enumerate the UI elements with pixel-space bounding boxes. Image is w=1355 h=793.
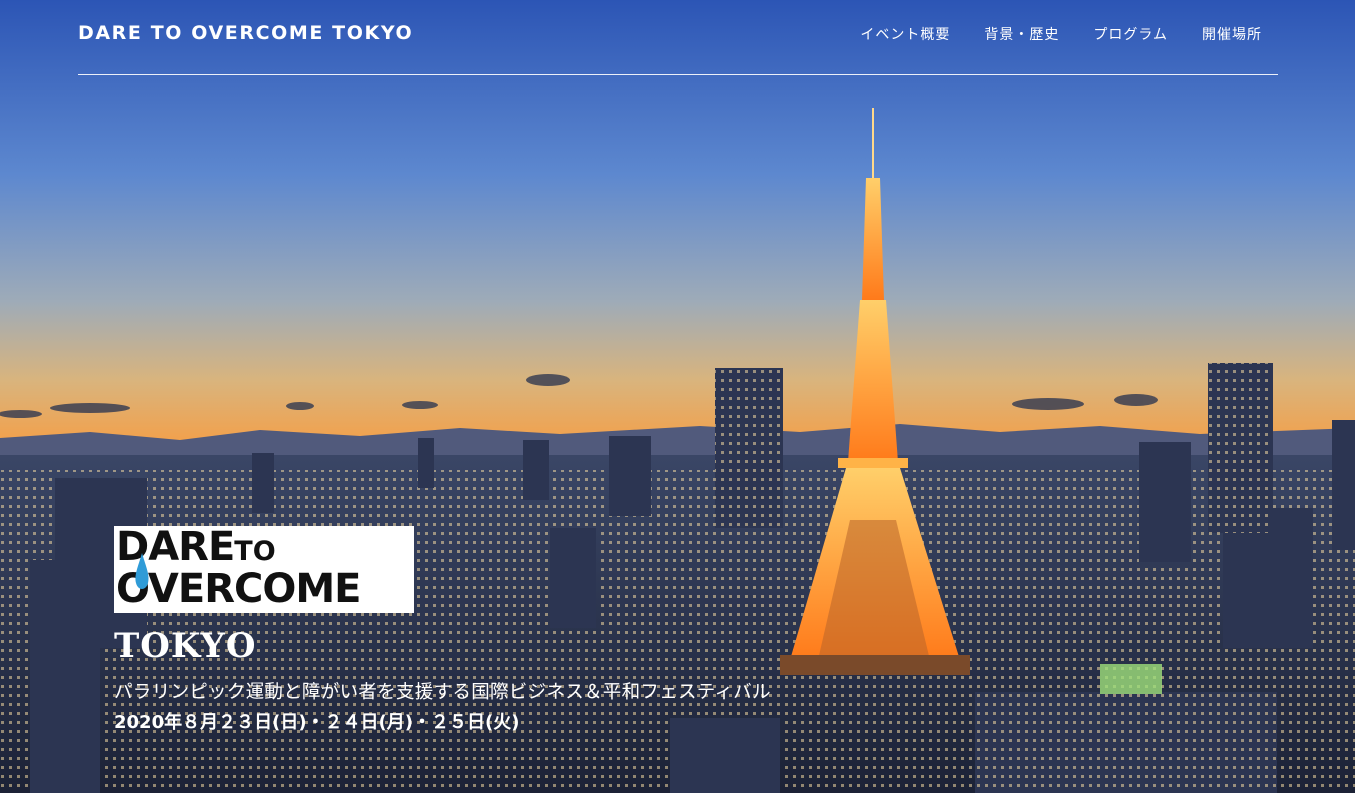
logo-line-2: OVERCOME [116, 566, 361, 612]
site-header: DARE TO OVERCOME TOKYO イベント概要 背景・歴史 プログラ… [78, 0, 1278, 75]
dare-to-overcome-logo: DARETO OVERCOME [114, 524, 414, 613]
nav-program[interactable]: プログラム [1093, 24, 1168, 44]
logo-word-to: TO [234, 536, 276, 567]
water-drop-icon [135, 553, 149, 589]
nav-event-overview[interactable]: イベント概要 [860, 24, 950, 44]
main-nav: イベント概要 背景・歴史 プログラム 開催場所 [860, 24, 1262, 44]
hero-background [0, 0, 1355, 793]
brand-link[interactable]: DARE TO OVERCOME TOKYO [78, 22, 413, 44]
hero-dates: 2020年８月２３日(日)・２４日(月)・２５日(火) [114, 712, 520, 733]
tokyo-skyline-photo [0, 0, 1355, 793]
hero-tagline: パラリンピック運動と障がい者を支援する国際ビジネス＆平和フェスティバル [114, 682, 771, 703]
nav-venue[interactable]: 開催場所 [1202, 24, 1262, 44]
hero-city: TOKYO [114, 626, 257, 666]
nav-background-history[interactable]: 背景・歴史 [984, 24, 1059, 44]
